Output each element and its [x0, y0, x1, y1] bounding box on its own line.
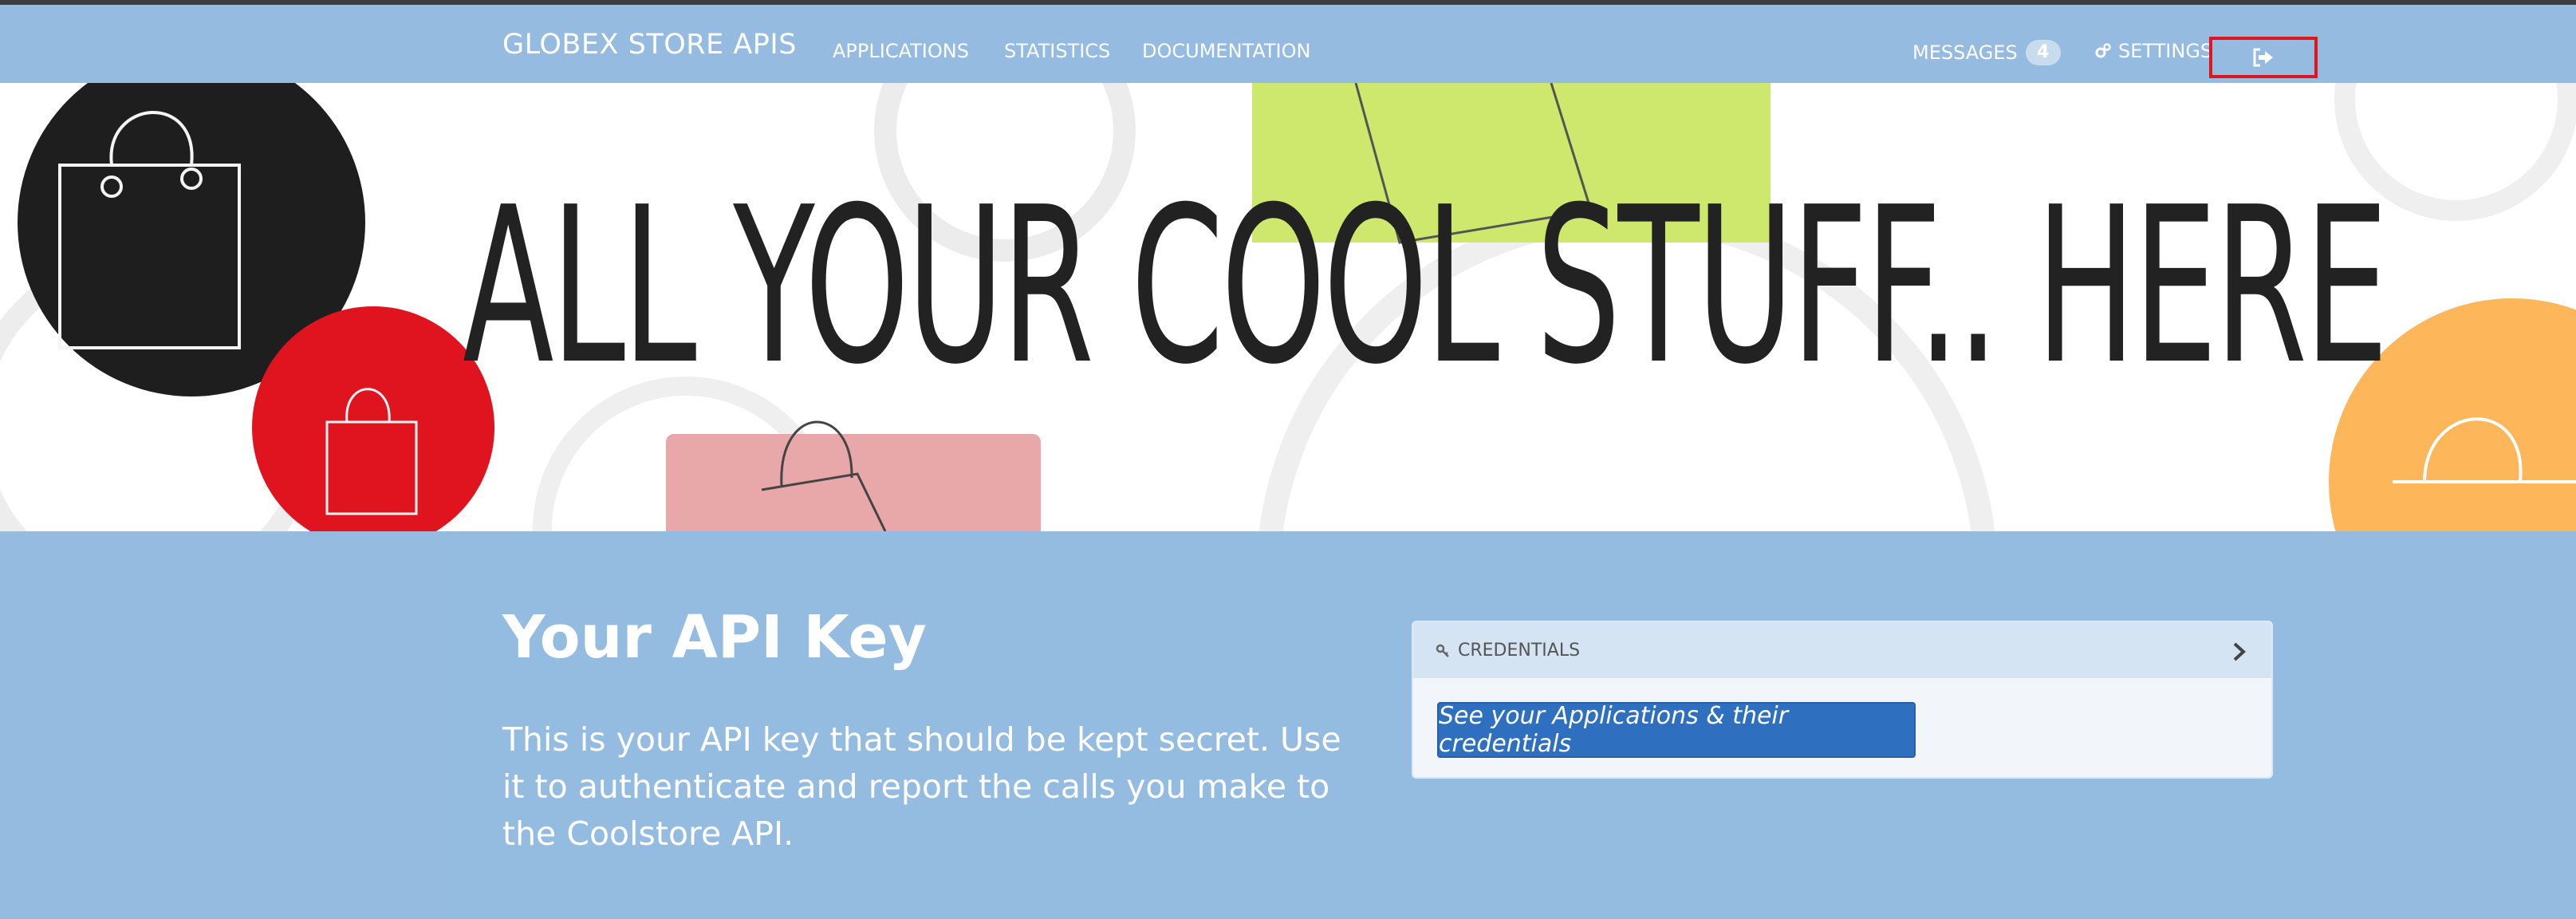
nav-messages[interactable]: MESSAGES 4	[1912, 40, 2061, 65]
api-key-description: This is your API key that should be kept…	[502, 720, 1341, 853]
hero-headline: ALL YOUR COOL STUFF.. HERE	[463, 160, 2389, 412]
chevron-right-icon[interactable]	[2231, 641, 2247, 662]
nav-settings[interactable]: SETTINGS	[2094, 40, 2212, 62]
left-gutter	[0, 531, 455, 919]
credentials-panel: CREDENTIALS See your Applications & thei…	[1412, 621, 2273, 779]
see-applications-button[interactable]: See your Applications & their credential…	[1437, 702, 1916, 758]
messages-count-badge: 4	[2025, 40, 2061, 65]
page-title: Your API Key	[502, 603, 927, 672]
top-navbar: GLOBEX STORE APIS APPLICATIONS STATISTIC…	[0, 5, 2576, 83]
nav-documentation[interactable]: DOCUMENTATION	[1142, 40, 1310, 62]
gears-icon	[2095, 43, 2111, 58]
logout-button[interactable]	[2209, 37, 2318, 78]
nav-statistics[interactable]: STATISTICS	[1004, 40, 1110, 62]
credentials-panel-header[interactable]: CREDENTIALS	[1413, 622, 2271, 678]
nav-applications[interactable]: APPLICATIONS	[833, 40, 969, 62]
right-gutter	[2318, 531, 2576, 919]
credentials-panel-title: CREDENTIALS	[1458, 640, 1581, 661]
brand-logo[interactable]: GLOBEX STORE APIS	[502, 29, 797, 61]
hero-banner: ALL YOUR COOL STUFF.. HERE	[0, 83, 2576, 531]
sign-out-icon	[2253, 48, 2273, 67]
settings-label: SETTINGS	[2118, 40, 2213, 62]
key-icon	[1436, 644, 1449, 657]
messages-label: MESSAGES	[1912, 41, 2018, 64]
